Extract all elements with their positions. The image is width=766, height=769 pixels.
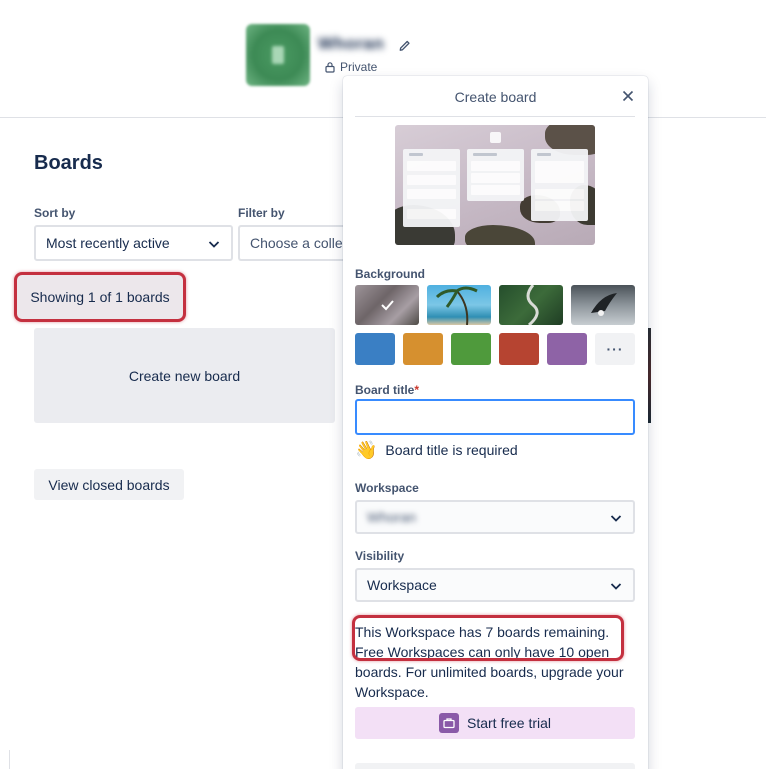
workspace-logo xyxy=(246,24,310,86)
popover-title: Create board xyxy=(454,89,537,105)
pencil-icon[interactable] xyxy=(398,38,412,52)
background-photo-3[interactable] xyxy=(499,285,563,325)
background-color-orange[interactable] xyxy=(403,333,443,365)
eagle-icon xyxy=(591,293,617,316)
lock-icon xyxy=(325,62,335,73)
page-title: Boards xyxy=(34,152,103,174)
showing-count: Showing 1 of 1 boards xyxy=(14,272,186,322)
workspace-name: Whoran xyxy=(318,34,385,53)
background-photo-2[interactable] xyxy=(427,285,491,325)
chevron-down-icon xyxy=(610,583,622,590)
board-preview xyxy=(395,125,595,245)
filter-placeholder: Choose a colle xyxy=(250,235,343,251)
privacy-label: Private xyxy=(340,60,378,74)
background-photo-4[interactable] xyxy=(571,285,635,325)
chevron-down-icon xyxy=(208,241,220,248)
board-title-label: Board title* xyxy=(355,383,420,397)
background-color-blue[interactable] xyxy=(355,333,395,365)
start-free-trial-button[interactable]: Start free trial xyxy=(355,707,635,739)
background-photo-1[interactable] xyxy=(355,285,419,325)
corner-divider xyxy=(0,750,10,769)
board-title-input[interactable] xyxy=(355,399,635,435)
palm-icon xyxy=(435,286,478,325)
waving-hand-icon: 👋 xyxy=(355,440,378,460)
workspace-privacy: Private xyxy=(324,60,377,74)
create-board-popover: Create board Background ··· Board title*… xyxy=(343,76,648,769)
sort-by-label: Sort by xyxy=(34,206,76,220)
title-required-message: 👋 Board title is required xyxy=(355,440,518,460)
briefcase-icon xyxy=(438,713,459,733)
visibility-select[interactable]: Workspace xyxy=(355,568,635,602)
visibility-label: Visibility xyxy=(355,549,405,563)
background-color-red[interactable] xyxy=(499,333,539,365)
background-label: Background xyxy=(355,267,426,281)
popover-divider xyxy=(355,116,635,117)
view-closed-boards-button[interactable]: View closed boards xyxy=(34,469,184,500)
visibility-value: Workspace xyxy=(367,577,437,593)
workspace-select[interactable]: Whoran xyxy=(355,500,635,534)
create-new-board-tile[interactable]: Create new board xyxy=(34,328,335,423)
background-color-purple[interactable] xyxy=(547,333,587,365)
create-button[interactable] xyxy=(355,763,635,769)
road-icon xyxy=(526,285,539,325)
close-icon[interactable] xyxy=(621,89,635,103)
sort-by-value: Most recently active xyxy=(46,235,170,251)
required-text: Board title is required xyxy=(385,442,518,458)
trello-logo xyxy=(490,132,501,143)
chevron-down-icon xyxy=(610,515,622,522)
board-limit-message: This Workspace has 7 boards remaining. F… xyxy=(355,624,624,700)
workspace-label: Workspace xyxy=(355,481,419,495)
check-icon xyxy=(381,300,394,311)
sort-by-select[interactable]: Most recently active xyxy=(34,225,233,261)
filter-select[interactable]: Choose a colle xyxy=(238,225,348,261)
background-color-green[interactable] xyxy=(451,333,491,365)
filter-by-label: Filter by xyxy=(238,206,285,220)
more-backgrounds-button[interactable]: ··· xyxy=(595,333,635,365)
workspace-value: Whoran xyxy=(367,509,417,525)
trial-label: Start free trial xyxy=(466,715,552,731)
